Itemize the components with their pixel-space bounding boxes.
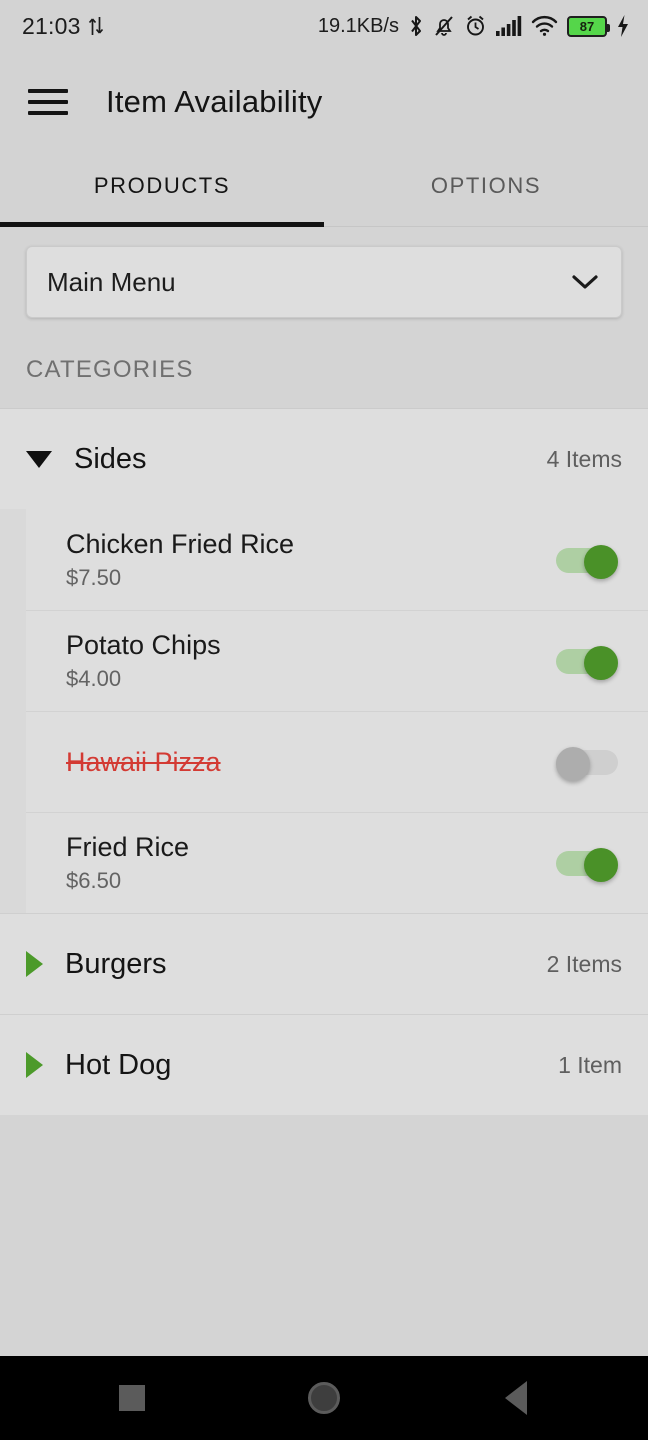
- triangle-left-icon: [505, 1381, 527, 1415]
- product-price: $6.50: [66, 868, 122, 893]
- back-button[interactable]: [486, 1368, 546, 1428]
- category-name: Hot Dog: [65, 1048, 172, 1081]
- product-price: $7.50: [66, 564, 122, 590]
- triangle-right-icon: [26, 1052, 43, 1078]
- availability-toggle[interactable]: [556, 544, 620, 579]
- categories-list: Sides 4 Items Chicken Fried Rice $7.50 P…: [0, 408, 648, 1115]
- cellular-signal-icon: [496, 15, 522, 37]
- app-root: 21:03 19.1KB/s 87 Item Availability PROD…: [0, 0, 648, 1440]
- availability-toggle[interactable]: [556, 848, 620, 882]
- product-name: Fried Rice: [66, 832, 190, 862]
- main-content: Main Menu CATEGORIES Sides 4 Items Chick…: [0, 227, 648, 1356]
- toggle-thumb: [584, 848, 618, 882]
- network-speed-label: 19.1KB/s: [317, 14, 399, 37]
- category-item-count: 2 Items: [546, 950, 622, 977]
- menu-selector-wrapper: Main Menu: [0, 227, 648, 318]
- battery-level-label: 87: [579, 18, 595, 34]
- status-bar-clock: 21:03: [22, 12, 81, 39]
- triangle-right-icon: [26, 951, 43, 977]
- status-bar-right: 19.1KB/s 87: [318, 14, 630, 38]
- chevron-down-icon: [571, 273, 599, 291]
- wifi-icon: [531, 15, 558, 37]
- product-row[interactable]: Chicken Fried Rice $7.50: [26, 509, 648, 610]
- product-name: Hawaii Pizza: [66, 746, 221, 777]
- category-name: Burgers: [65, 947, 167, 980]
- lightning-bolt-icon: [616, 14, 630, 38]
- menu-selector-value: Main Menu: [47, 266, 176, 297]
- product-price: $4.00: [66, 666, 122, 691]
- category-name: Sides: [74, 442, 147, 475]
- page-title: Item Availability: [106, 84, 323, 119]
- notifications-muted-icon: [433, 14, 455, 38]
- toggle-thumb: [584, 544, 618, 579]
- battery-icon: 87: [567, 15, 610, 37]
- recents-button[interactable]: [102, 1368, 162, 1428]
- category-row-hot-dog[interactable]: Hot Dog 1 Item: [0, 1014, 648, 1115]
- up-down-arrows-icon: [88, 15, 104, 37]
- availability-toggle[interactable]: [556, 646, 620, 680]
- status-bar: 21:03 19.1KB/s 87: [0, 0, 648, 52]
- category-row-burgers[interactable]: Burgers 2 Items: [0, 913, 648, 1014]
- product-name: Chicken Fried Rice: [66, 528, 295, 559]
- product-info: Hawaii Pizza: [66, 747, 221, 778]
- hamburger-menu-icon[interactable]: [28, 82, 68, 122]
- category-item-count: 1 Item: [558, 1051, 622, 1078]
- product-info: Chicken Fried Rice $7.50: [66, 529, 294, 591]
- product-info: Potato Chips $4.00: [66, 630, 221, 692]
- product-name: Potato Chips: [66, 630, 221, 660]
- home-button[interactable]: [294, 1368, 354, 1428]
- status-bar-left: 21:03: [22, 13, 104, 40]
- square-icon: [119, 1385, 145, 1411]
- product-row[interactable]: Hawaii Pizza: [26, 711, 648, 812]
- alarm-icon: [464, 14, 487, 38]
- product-row[interactable]: Fried Rice $6.50: [26, 812, 648, 913]
- android-navigation-bar: [0, 1356, 648, 1440]
- toggle-thumb: [556, 747, 590, 781]
- categories-section-label: CATEGORIES: [26, 356, 194, 383]
- product-row[interactable]: Potato Chips $4.00: [26, 610, 648, 711]
- category-row-sides[interactable]: Sides 4 Items: [0, 408, 648, 509]
- menu-selector-dropdown[interactable]: Main Menu: [26, 246, 622, 318]
- product-group-sides: Chicken Fried Rice $7.50 Potato Chips $4…: [0, 509, 648, 913]
- tab-options[interactable]: OPTIONS: [324, 152, 648, 227]
- tab-products[interactable]: PRODUCTS: [0, 152, 324, 227]
- category-item-count: 4 Items: [546, 445, 622, 472]
- triangle-down-icon: [26, 450, 52, 468]
- bluetooth-icon: [408, 14, 424, 38]
- availability-toggle[interactable]: [556, 747, 620, 781]
- circle-icon: [308, 1382, 340, 1414]
- product-info: Fried Rice $6.50: [66, 832, 189, 894]
- toggle-thumb: [584, 646, 618, 680]
- tab-bar: PRODUCTS OPTIONS: [0, 152, 648, 227]
- app-bar: Item Availability: [0, 52, 648, 152]
